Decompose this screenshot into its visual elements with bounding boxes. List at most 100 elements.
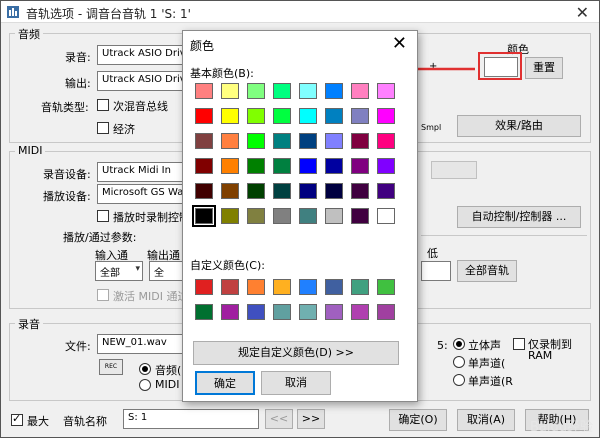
basic-color-swatch[interactable] bbox=[221, 208, 239, 224]
mono1-radio[interactable] bbox=[453, 356, 465, 368]
record-combo[interactable]: Utrack ASIO Driver bbox=[97, 45, 187, 65]
basic-color-swatch[interactable] bbox=[351, 83, 369, 99]
basic-color-swatch[interactable] bbox=[299, 133, 317, 149]
basic-color-swatch[interactable] bbox=[247, 133, 265, 149]
custom-color-swatch[interactable] bbox=[221, 279, 239, 295]
effects-routing-button[interactable]: 效果/路由 bbox=[457, 115, 581, 137]
maximize-checkbox[interactable] bbox=[11, 412, 23, 426]
custom-color-swatch[interactable] bbox=[325, 279, 343, 295]
basic-color-swatch[interactable] bbox=[273, 133, 291, 149]
mono2-radio[interactable] bbox=[453, 374, 465, 386]
basic-color-swatch[interactable] bbox=[247, 83, 265, 99]
record-on-playback-checkbox[interactable] bbox=[97, 210, 109, 222]
basic-color-swatch[interactable] bbox=[247, 158, 265, 174]
basic-colors-label: 基本颜色(B): bbox=[190, 67, 254, 80]
basic-color-swatch[interactable] bbox=[377, 133, 395, 149]
basic-color-swatch[interactable] bbox=[273, 183, 291, 199]
basic-color-swatch[interactable] bbox=[247, 183, 265, 199]
cancel-button[interactable]: 取消(A) bbox=[457, 409, 515, 431]
ram-only-checkbox[interactable] bbox=[513, 338, 525, 350]
basic-color-swatch[interactable] bbox=[273, 208, 291, 224]
basic-color-swatch[interactable] bbox=[273, 83, 291, 99]
basic-color-swatch[interactable] bbox=[299, 183, 317, 199]
basic-color-swatch[interactable] bbox=[299, 208, 317, 224]
ok-button[interactable]: 确定(O) bbox=[389, 409, 447, 431]
dialog-cancel-button[interactable]: 取消 bbox=[261, 371, 331, 395]
input-channel-combo[interactable]: 全部 ▾ bbox=[95, 261, 143, 281]
basic-color-swatch[interactable] bbox=[377, 158, 395, 174]
basic-color-swatch[interactable] bbox=[325, 158, 343, 174]
dialog-close-icon[interactable]: ✕ bbox=[392, 33, 407, 54]
define-custom-colors-button[interactable]: 规定自定义颜色(D) >> bbox=[193, 341, 399, 365]
basic-color-swatch[interactable] bbox=[351, 208, 369, 224]
basic-color-swatch[interactable] bbox=[247, 208, 265, 224]
track-name-input[interactable]: S: 1 bbox=[123, 409, 259, 429]
audio-radio[interactable] bbox=[139, 363, 151, 375]
midi-playback-device-combo[interactable]: Microsoft GS Wavet bbox=[97, 184, 187, 204]
custom-color-swatch[interactable] bbox=[377, 304, 395, 320]
custom-color-swatch[interactable] bbox=[377, 279, 395, 295]
custom-color-swatch[interactable] bbox=[351, 279, 369, 295]
basic-color-swatch[interactable] bbox=[221, 158, 239, 174]
basic-color-swatch[interactable] bbox=[325, 83, 343, 99]
basic-color-swatch[interactable] bbox=[299, 108, 317, 124]
basic-color-swatch[interactable] bbox=[247, 108, 265, 124]
file-input[interactable]: NEW_01.wav bbox=[97, 334, 185, 354]
basic-color-swatch[interactable] bbox=[325, 183, 343, 199]
basic-color-swatch[interactable] bbox=[351, 133, 369, 149]
next-track-button[interactable]: >> bbox=[297, 409, 325, 429]
midi-record-device-combo[interactable]: Utrack Midi In bbox=[97, 162, 187, 182]
economy-checkbox[interactable] bbox=[97, 122, 109, 134]
output-channel-combo[interactable]: 全 bbox=[149, 261, 183, 281]
custom-color-swatch[interactable] bbox=[247, 279, 265, 295]
activate-midi-checkbox[interactable] bbox=[97, 289, 109, 301]
basic-color-swatch[interactable] bbox=[377, 108, 395, 124]
basic-color-swatch[interactable] bbox=[351, 183, 369, 199]
basic-color-swatch[interactable] bbox=[325, 133, 343, 149]
basic-color-swatch[interactable] bbox=[221, 83, 239, 99]
custom-color-swatch[interactable] bbox=[273, 304, 291, 320]
custom-color-swatch[interactable] bbox=[299, 304, 317, 320]
stereo-radio[interactable] bbox=[453, 338, 465, 350]
basic-color-swatch[interactable] bbox=[325, 108, 343, 124]
basic-color-swatch[interactable] bbox=[377, 183, 395, 199]
basic-color-swatch[interactable] bbox=[299, 83, 317, 99]
all-tracks-button[interactable]: 全部音轨 bbox=[457, 260, 517, 282]
basic-color-swatch[interactable] bbox=[195, 108, 213, 124]
basic-color-swatch[interactable] bbox=[351, 158, 369, 174]
submix-bus-checkbox[interactable] bbox=[97, 99, 109, 111]
custom-color-swatch[interactable] bbox=[325, 304, 343, 320]
low-input[interactable] bbox=[421, 261, 451, 281]
basic-color-swatch[interactable] bbox=[325, 208, 343, 224]
file-input-value: NEW_01.wav bbox=[102, 337, 167, 348]
basic-color-swatch[interactable] bbox=[195, 183, 213, 199]
basic-color-swatch[interactable] bbox=[221, 108, 239, 124]
basic-color-swatch[interactable] bbox=[195, 158, 213, 174]
basic-color-swatch[interactable] bbox=[351, 108, 369, 124]
basic-color-swatch[interactable] bbox=[195, 83, 213, 99]
custom-color-swatch[interactable] bbox=[273, 279, 291, 295]
custom-color-swatch[interactable] bbox=[195, 304, 213, 320]
custom-color-swatch[interactable] bbox=[351, 304, 369, 320]
custom-color-swatch[interactable] bbox=[195, 279, 213, 295]
dialog-ok-button[interactable]: 确定 bbox=[195, 371, 255, 395]
basic-color-swatch[interactable] bbox=[273, 158, 291, 174]
custom-color-swatch[interactable] bbox=[299, 279, 317, 295]
rec-button[interactable]: REC bbox=[99, 359, 123, 375]
output-combo[interactable]: Utrack ASIO Driver bbox=[97, 71, 187, 91]
custom-color-swatch[interactable] bbox=[221, 304, 239, 320]
reset-button[interactable]: 重置 bbox=[525, 57, 563, 79]
prev-track-button[interactable]: << bbox=[265, 409, 293, 429]
auto-control-button[interactable]: 自动控制/控制器 ... bbox=[457, 206, 581, 228]
basic-color-swatch[interactable] bbox=[273, 108, 291, 124]
basic-color-swatch[interactable] bbox=[192, 205, 216, 227]
basic-color-swatch[interactable] bbox=[377, 83, 395, 99]
basic-color-swatch[interactable] bbox=[377, 208, 395, 224]
basic-color-swatch[interactable] bbox=[221, 183, 239, 199]
midi-radio[interactable] bbox=[139, 379, 151, 391]
custom-color-swatch[interactable] bbox=[247, 304, 265, 320]
basic-color-swatch[interactable] bbox=[221, 133, 239, 149]
close-icon[interactable]: ✕ bbox=[576, 3, 589, 22]
basic-color-swatch[interactable] bbox=[299, 158, 317, 174]
basic-color-swatch[interactable] bbox=[195, 133, 213, 149]
